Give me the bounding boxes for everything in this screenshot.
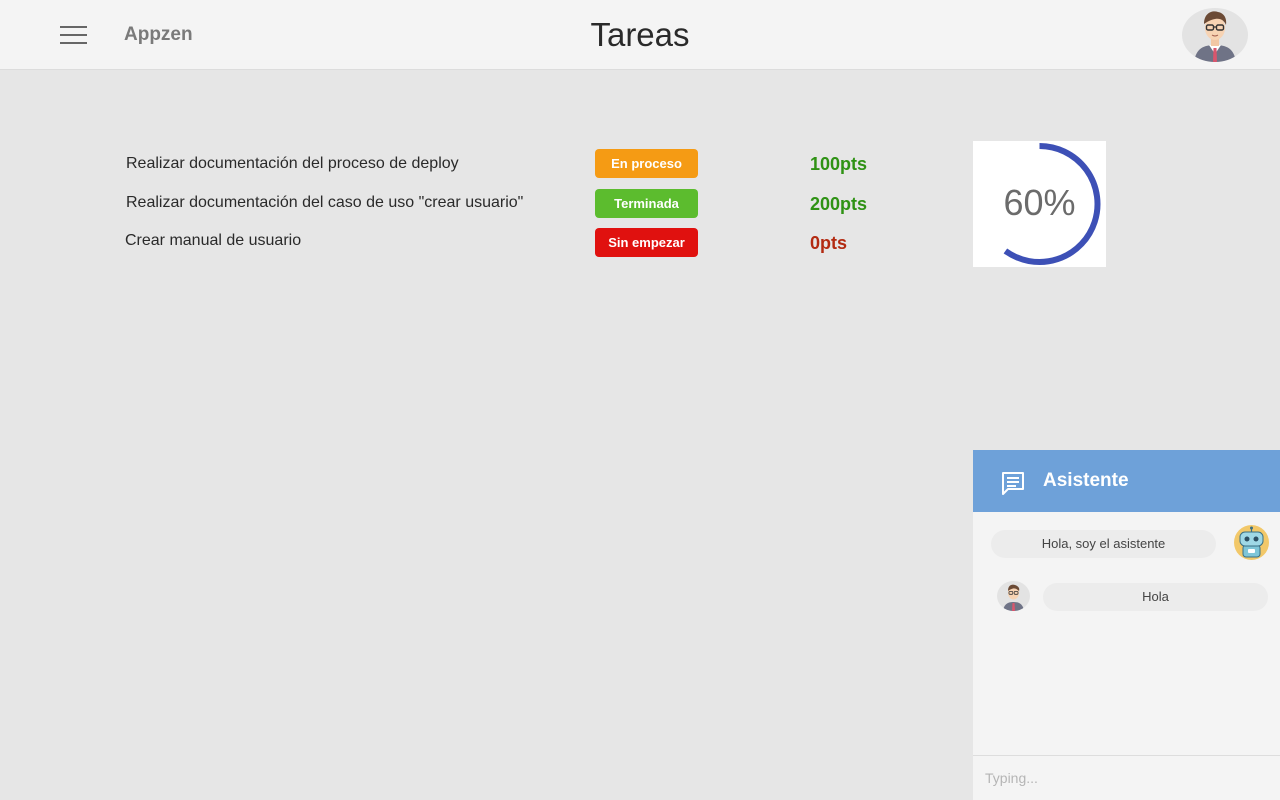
progress-card: 60% bbox=[973, 141, 1106, 267]
user-avatar-icon bbox=[997, 581, 1030, 611]
chat-message-bot: Hola, soy el asistente bbox=[991, 530, 1216, 558]
user-avatar-icon[interactable] bbox=[1182, 8, 1248, 62]
status-badge-not-started[interactable]: Sin empezar bbox=[595, 228, 698, 257]
task-name: Crear manual de usuario bbox=[125, 232, 302, 249]
status-badge-in-progress[interactable]: En proceso bbox=[595, 149, 698, 178]
chat-message-user: Hola bbox=[1043, 583, 1268, 611]
task-row[interactable]: Crear manual de usuario Sin empezar 0pts bbox=[0, 228, 900, 258]
task-points: 200pts bbox=[810, 194, 868, 214]
top-bar: Appzen Tareas bbox=[0, 0, 1280, 70]
task-points: 100pts bbox=[810, 154, 868, 174]
chat-panel: Asistente Hola, soy el asistente Hola bbox=[973, 450, 1280, 800]
task-points: 0pts bbox=[810, 233, 848, 253]
task-name: Realizar documentación del caso de uso "… bbox=[126, 194, 524, 211]
brand-name[interactable]: Appzen bbox=[124, 24, 193, 46]
chat-bubble-icon bbox=[1002, 472, 1024, 495]
task-row[interactable]: Realizar documentación del caso de uso "… bbox=[0, 189, 900, 219]
robot-avatar-icon bbox=[1234, 525, 1269, 560]
chat-header[interactable]: Asistente bbox=[973, 450, 1280, 512]
chat-input[interactable] bbox=[973, 755, 1280, 800]
status-badge-done[interactable]: Terminada bbox=[595, 189, 698, 218]
hamburger-menu-icon[interactable] bbox=[60, 24, 88, 46]
task-name: Realizar documentación del proceso de de… bbox=[126, 155, 459, 172]
chat-title: Asistente bbox=[1043, 470, 1129, 491]
task-row[interactable]: Realizar documentación del proceso de de… bbox=[0, 149, 900, 179]
progress-percentage: 60% bbox=[1003, 182, 1076, 223]
